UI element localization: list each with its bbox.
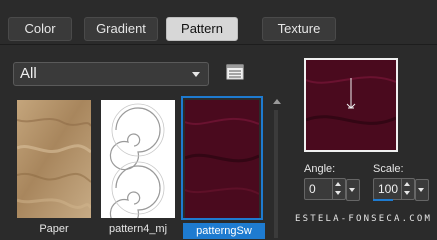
gallery-scrollbar[interactable]: [270, 96, 282, 240]
pattern-gallery: Paper pattern4_mj patterngSw: [13, 96, 283, 240]
pattern-caption: pattern4_mj: [108, 223, 168, 235]
pattern-thumb-patterngsw[interactable]: patterngSw: [181, 96, 265, 239]
tab-divider: [0, 44, 437, 45]
chevron-up-icon[interactable]: [335, 182, 341, 186]
pattern-caption: patterngSw: [183, 223, 265, 239]
spiral-pattern-icon: [101, 100, 175, 218]
library-dropdown-value: All: [20, 65, 37, 82]
chevron-down-icon: [349, 188, 355, 192]
pattern-caption: Paper: [39, 223, 69, 235]
pattern-thumb-paper[interactable]: Paper: [13, 96, 95, 235]
pattern-thumb-pattern4-mj[interactable]: pattern4_mj: [97, 96, 179, 235]
tab-gradient[interactable]: Gradient: [84, 17, 158, 41]
scale-label: Scale:: [373, 163, 404, 175]
scroll-up-icon[interactable]: [273, 99, 281, 104]
burgundy-marble-icon: [185, 100, 259, 218]
pattern-preview[interactable]: [304, 58, 398, 152]
tab-texture[interactable]: Texture: [262, 17, 336, 41]
angle-stepper[interactable]: 0: [304, 178, 360, 201]
chevron-down-icon: [418, 188, 424, 192]
tab-color[interactable]: Color: [8, 17, 72, 41]
angle-dropdown-button[interactable]: [346, 179, 360, 201]
paper-texture-icon: [17, 100, 91, 218]
tab-bar: Color Gradient Pattern Texture: [0, 0, 437, 42]
scale-spin-buttons[interactable]: [401, 179, 414, 199]
angle-spin-buttons[interactable]: [332, 179, 345, 199]
chevron-up-icon[interactable]: [404, 182, 410, 186]
library-dropdown[interactable]: All: [13, 62, 209, 86]
angle-value[interactable]: 0: [309, 182, 316, 196]
pattern-library-icon[interactable]: [226, 64, 244, 80]
angle-label: Angle:: [304, 163, 336, 175]
chevron-down-icon: [192, 72, 200, 77]
watermark: ESTELA-FONSECA.COM: [295, 214, 433, 224]
scale-focus-indicator: [373, 199, 393, 201]
chevron-down-icon[interactable]: [335, 191, 341, 195]
scale-value[interactable]: 100: [378, 182, 398, 196]
scale-stepper[interactable]: 100: [373, 178, 429, 201]
scale-dropdown-button[interactable]: [415, 179, 429, 201]
scroll-track[interactable]: [274, 110, 278, 238]
pattern-preview-icon: [306, 60, 396, 150]
tab-pattern[interactable]: Pattern: [166, 17, 238, 41]
chevron-down-icon[interactable]: [404, 191, 410, 195]
